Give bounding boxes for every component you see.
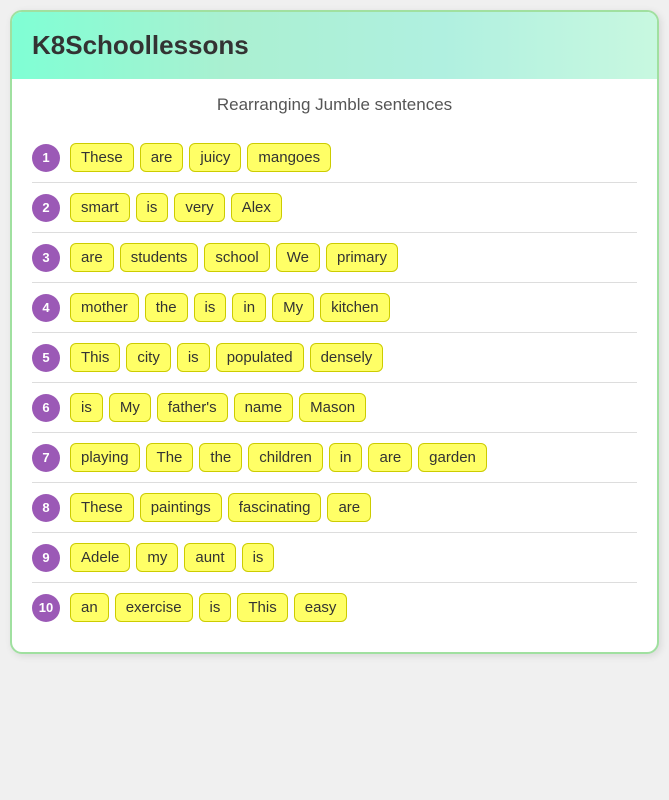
word-tag[interactable]: juicy xyxy=(189,143,241,172)
sentence-row: 7 playingThethechildreninaregarden xyxy=(32,433,637,483)
word-tag[interactable]: exercise xyxy=(115,593,193,622)
card-header: K8Schoollessons xyxy=(12,12,657,79)
sentences-container: 1Thesearejuicymangoes2smartisveryAlex3ar… xyxy=(32,133,637,632)
word-tag[interactable]: playing xyxy=(70,443,140,472)
word-tag[interactable]: is xyxy=(177,343,210,372)
sentence-row: 3 arestudentsschoolWeprimary xyxy=(32,233,637,283)
main-card: K8Schoollessons Rearranging Jumble sente… xyxy=(10,10,659,654)
word-tag[interactable]: are xyxy=(327,493,371,522)
sentence-row: 4 mothertheisinMykitchen xyxy=(32,283,637,333)
word-tag[interactable]: the xyxy=(199,443,242,472)
word-tag[interactable]: an xyxy=(70,593,109,622)
word-tag[interactable]: children xyxy=(248,443,323,472)
word-tag[interactable]: smart xyxy=(70,193,130,222)
row-number-7: 7 xyxy=(32,444,60,472)
row-number-10: 10 xyxy=(32,594,60,622)
word-tag[interactable]: my xyxy=(136,543,178,572)
word-tag[interactable]: easy xyxy=(294,593,348,622)
word-tag[interactable]: in xyxy=(232,293,266,322)
word-tag[interactable]: My xyxy=(109,393,151,422)
word-tag[interactable]: Alex xyxy=(231,193,282,222)
sentence-row: 2 smartisveryAlex xyxy=(32,183,637,233)
row-number-4: 4 xyxy=(32,294,60,322)
word-tag[interactable]: This xyxy=(70,343,120,372)
word-tag[interactable]: is xyxy=(136,193,169,222)
word-tag[interactable]: These xyxy=(70,143,134,172)
sentence-row: 8 Thesepaintingsfascinatingare xyxy=(32,483,637,533)
page-subtitle: Rearranging Jumble sentences xyxy=(32,95,637,115)
word-tag[interactable]: is xyxy=(194,293,227,322)
word-tag[interactable]: school xyxy=(204,243,269,272)
row-number-1: 1 xyxy=(32,144,60,172)
word-tag[interactable]: mother xyxy=(70,293,139,322)
word-tag[interactable]: is xyxy=(70,393,103,422)
word-tag[interactable]: These xyxy=(70,493,134,522)
word-tag[interactable]: fascinating xyxy=(228,493,322,522)
sentence-row: 5 Thiscityispopulateddensely xyxy=(32,333,637,383)
word-tag[interactable]: Mason xyxy=(299,393,366,422)
word-tag[interactable]: city xyxy=(126,343,171,372)
row-number-9: 9 xyxy=(32,544,60,572)
word-tag[interactable]: are xyxy=(70,243,114,272)
word-tag[interactable]: are xyxy=(368,443,412,472)
word-tag[interactable]: paintings xyxy=(140,493,222,522)
sentence-row: 6 isMyfather'snameMason xyxy=(32,383,637,433)
sentence-row: 1 Thesearejuicymangoes xyxy=(32,133,637,183)
word-tag[interactable]: are xyxy=(140,143,184,172)
sentence-row: 10 anexerciseisThiseasy xyxy=(32,583,637,632)
word-tag[interactable]: populated xyxy=(216,343,304,372)
word-tag[interactable]: is xyxy=(199,593,232,622)
word-tag[interactable]: kitchen xyxy=(320,293,390,322)
word-tag[interactable]: We xyxy=(276,243,320,272)
word-tag[interactable]: the xyxy=(145,293,188,322)
word-tag[interactable]: garden xyxy=(418,443,487,472)
app-title: K8Schoollessons xyxy=(32,30,249,60)
row-number-3: 3 xyxy=(32,244,60,272)
word-tag[interactable]: very xyxy=(174,193,224,222)
word-tag[interactable]: This xyxy=(237,593,287,622)
row-number-8: 8 xyxy=(32,494,60,522)
sentence-row: 9 Adelemyauntis xyxy=(32,533,637,583)
word-tag[interactable]: students xyxy=(120,243,199,272)
row-number-5: 5 xyxy=(32,344,60,372)
word-tag[interactable]: name xyxy=(234,393,294,422)
row-number-6: 6 xyxy=(32,394,60,422)
row-number-2: 2 xyxy=(32,194,60,222)
word-tag[interactable]: in xyxy=(329,443,363,472)
word-tag[interactable]: is xyxy=(242,543,275,572)
word-tag[interactable]: My xyxy=(272,293,314,322)
word-tag[interactable]: mangoes xyxy=(247,143,331,172)
word-tag[interactable]: densely xyxy=(310,343,384,372)
word-tag[interactable]: Adele xyxy=(70,543,130,572)
word-tag[interactable]: The xyxy=(146,443,194,472)
word-tag[interactable]: father's xyxy=(157,393,228,422)
card-body: Rearranging Jumble sentences 1Theseareju… xyxy=(12,79,657,652)
word-tag[interactable]: aunt xyxy=(184,543,235,572)
word-tag[interactable]: primary xyxy=(326,243,398,272)
